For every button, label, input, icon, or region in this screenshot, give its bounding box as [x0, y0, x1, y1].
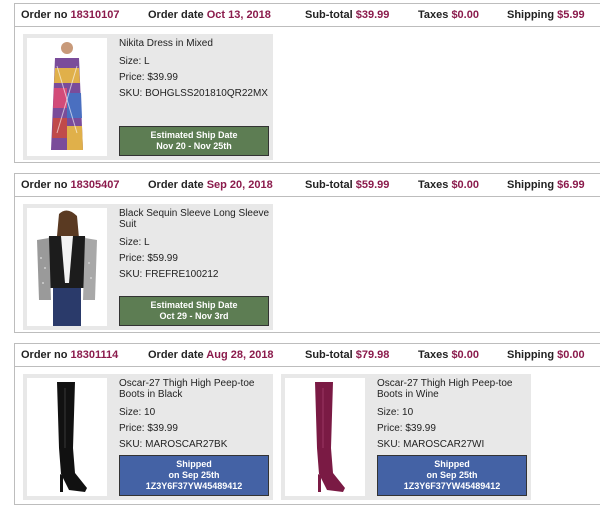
- item-price: Price: $39.99: [119, 72, 178, 83]
- order-card: Order no 18305407 Order date Sep 20, 201…: [14, 173, 600, 333]
- black-boot-photo-icon[interactable]: [27, 378, 107, 496]
- order-taxes: Taxes $0.00: [418, 9, 479, 21]
- tracking-number[interactable]: 1Z3Y6F37YW45489412: [378, 481, 526, 492]
- order-header: Order no 18310107 Order date Oct 13, 201…: [15, 4, 600, 27]
- badge-date: Oct 29 - Nov 3rd: [159, 311, 229, 321]
- badge-date: Nov 20 - Nov 25th: [156, 141, 232, 151]
- wine-boot-photo-icon[interactable]: [285, 378, 365, 496]
- order-card: Order no 18310107 Order date Oct 13, 201…: [14, 3, 600, 163]
- order-subtotal: Sub-total $59.99: [305, 179, 390, 191]
- order-item: Oscar-27 Thigh High Peep-toe Boots in Wi…: [281, 374, 531, 500]
- order-subtotal: Sub-total $39.99: [305, 9, 390, 21]
- order-taxes: Taxes $0.00: [418, 349, 479, 361]
- order-number: Order no 18305407: [21, 179, 120, 191]
- estimated-ship-badge: Estimated Ship Date Oct 29 - Nov 3rd: [119, 296, 269, 326]
- order-shipping: Shipping $5.99: [507, 9, 585, 21]
- item-price: Price: $59.99: [119, 253, 178, 264]
- order-date: Order date Aug 28, 2018: [148, 349, 274, 361]
- item-sku: SKU: MAROSCAR27BK: [119, 439, 228, 450]
- item-price: Price: $39.99: [119, 423, 178, 434]
- order-taxes: Taxes $0.00: [418, 179, 479, 191]
- item-info: Oscar-27 Thigh High Peep-toe Boots in Bl…: [119, 378, 271, 453]
- order-header: Order no 18305407 Order date Sep 20, 201…: [15, 174, 600, 197]
- item-sku: SKU: BOHGLSS201810QR22MX: [119, 88, 268, 99]
- badge-title: Shipped: [176, 459, 212, 469]
- item-price: Price: $39.99: [377, 423, 436, 434]
- badge-date: on Sep 25th: [426, 470, 478, 480]
- order-subtotal: Sub-total $79.98: [305, 349, 390, 361]
- item-name[interactable]: Nikita Dress in Mixed: [119, 38, 271, 49]
- order-item: Black Sequin Sleeve Long Sleeve Suit Siz…: [23, 204, 273, 330]
- order-date: Order date Oct 13, 2018: [148, 9, 271, 21]
- badge-date: on Sep 25th: [168, 470, 220, 480]
- item-info: Oscar-27 Thigh High Peep-toe Boots in Wi…: [377, 378, 529, 453]
- jacket-photo-icon[interactable]: [27, 208, 107, 326]
- item-name[interactable]: Oscar-27 Thigh High Peep-toe Boots in Wi…: [377, 378, 529, 400]
- item-name[interactable]: Black Sequin Sleeve Long Sleeve Suit: [119, 208, 271, 230]
- item-size: Size: L: [119, 237, 150, 248]
- badge-title: Estimated Ship Date: [150, 130, 238, 140]
- shipped-badge[interactable]: Shipped on Sep 25th 1Z3Y6F37YW45489412: [119, 455, 269, 496]
- order-item: Nikita Dress in Mixed Size: L Price: $39…: [23, 34, 273, 160]
- order-number: Order no 18310107: [21, 9, 120, 21]
- order-card: Order no 18301114 Order date Aug 28, 201…: [14, 343, 600, 505]
- item-size: Size: 10: [377, 407, 414, 418]
- item-info: Black Sequin Sleeve Long Sleeve Suit Siz…: [119, 208, 271, 283]
- order-shipping: Shipping $6.99: [507, 179, 585, 191]
- estimated-ship-badge: Estimated Ship Date Nov 20 - Nov 25th: [119, 126, 269, 156]
- order-shipping: Shipping $0.00: [507, 349, 585, 361]
- order-date: Order date Sep 20, 2018: [148, 179, 273, 191]
- order-item: Oscar-27 Thigh High Peep-toe Boots in Bl…: [23, 374, 273, 500]
- item-size: Size: 10: [119, 407, 156, 418]
- item-size: Size: L: [119, 56, 150, 67]
- item-name[interactable]: Oscar-27 Thigh High Peep-toe Boots in Bl…: [119, 378, 271, 400]
- item-sku: SKU: FREFRE100212: [119, 269, 219, 280]
- order-header: Order no 18301114 Order date Aug 28, 201…: [15, 344, 600, 367]
- order-number: Order no 18301114: [21, 349, 119, 361]
- dress-photo-icon[interactable]: [27, 38, 107, 156]
- shipped-badge[interactable]: Shipped on Sep 25th 1Z3Y6F37YW45489412: [377, 455, 527, 496]
- badge-title: Shipped: [434, 459, 470, 469]
- item-info: Nikita Dress in Mixed Size: L Price: $39…: [119, 38, 271, 102]
- badge-title: Estimated Ship Date: [150, 300, 238, 310]
- tracking-number[interactable]: 1Z3Y6F37YW45489412: [120, 481, 268, 492]
- item-sku: SKU: MAROSCAR27WI: [377, 439, 485, 450]
